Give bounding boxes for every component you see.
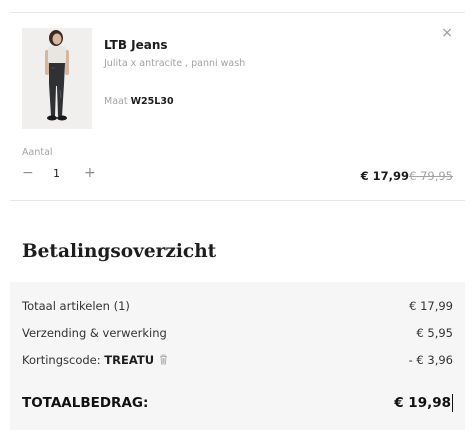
quantity-increase-button[interactable]: + <box>84 164 96 182</box>
close-icon: × <box>441 25 453 41</box>
total-value: € 19,98 <box>394 395 451 411</box>
price-current: € 17,99 <box>360 169 409 183</box>
quantity-label: Aantal <box>22 147 53 158</box>
discount-label: Kortingscode: TREATU <box>22 353 168 368</box>
trash-icon[interactable] <box>159 354 168 368</box>
quantity-decrease-button[interactable]: − <box>22 164 34 182</box>
summary-row-items: Totaal artikelen (1) € 17,99 <box>22 299 453 313</box>
summary-total: TOTAALBEDRAG: € 19,98 <box>22 394 453 412</box>
summary-title: Betalingsoverzicht <box>22 241 217 262</box>
cart-item: LTB Jeans Julita x antracite , panni was… <box>0 0 475 200</box>
text-cursor <box>452 394 453 412</box>
summary-row-value: - € 3,96 <box>408 353 453 368</box>
summary-row-value: € 17,99 <box>409 299 453 313</box>
payment-summary: Totaal artikelen (1) € 17,99 Verzending … <box>10 282 465 430</box>
product-size: Maat W25L30 <box>104 96 174 107</box>
total-value-wrap: € 19,98 <box>394 394 453 412</box>
remove-item-button[interactable]: × <box>441 26 453 40</box>
size-label: Maat <box>104 96 128 107</box>
product-brand: LTB Jeans <box>104 38 168 52</box>
total-label: TOTAALBEDRAG: <box>22 395 149 411</box>
summary-row-value: € 5,95 <box>416 326 453 340</box>
quantity-value[interactable]: 1 <box>53 166 60 182</box>
summary-row-shipping: Verzending & verwerking € 5,95 <box>22 326 453 340</box>
discount-prefix: Kortingscode: <box>22 353 105 367</box>
size-value: W25L30 <box>130 96 174 107</box>
product-description: Julita x antracite , panni wash <box>104 58 246 69</box>
summary-row-discount: Kortingscode: TREATU - € 3,96 <box>22 353 453 368</box>
discount-code: TREATU <box>104 353 155 367</box>
cart-divider <box>10 200 465 201</box>
price-original: € 79,95 <box>409 169 453 183</box>
summary-row-label: Verzending & verwerking <box>22 326 167 340</box>
product-image[interactable] <box>22 28 92 129</box>
jeans-model-illustration <box>22 28 92 129</box>
summary-row-label: Totaal artikelen (1) <box>22 299 130 313</box>
